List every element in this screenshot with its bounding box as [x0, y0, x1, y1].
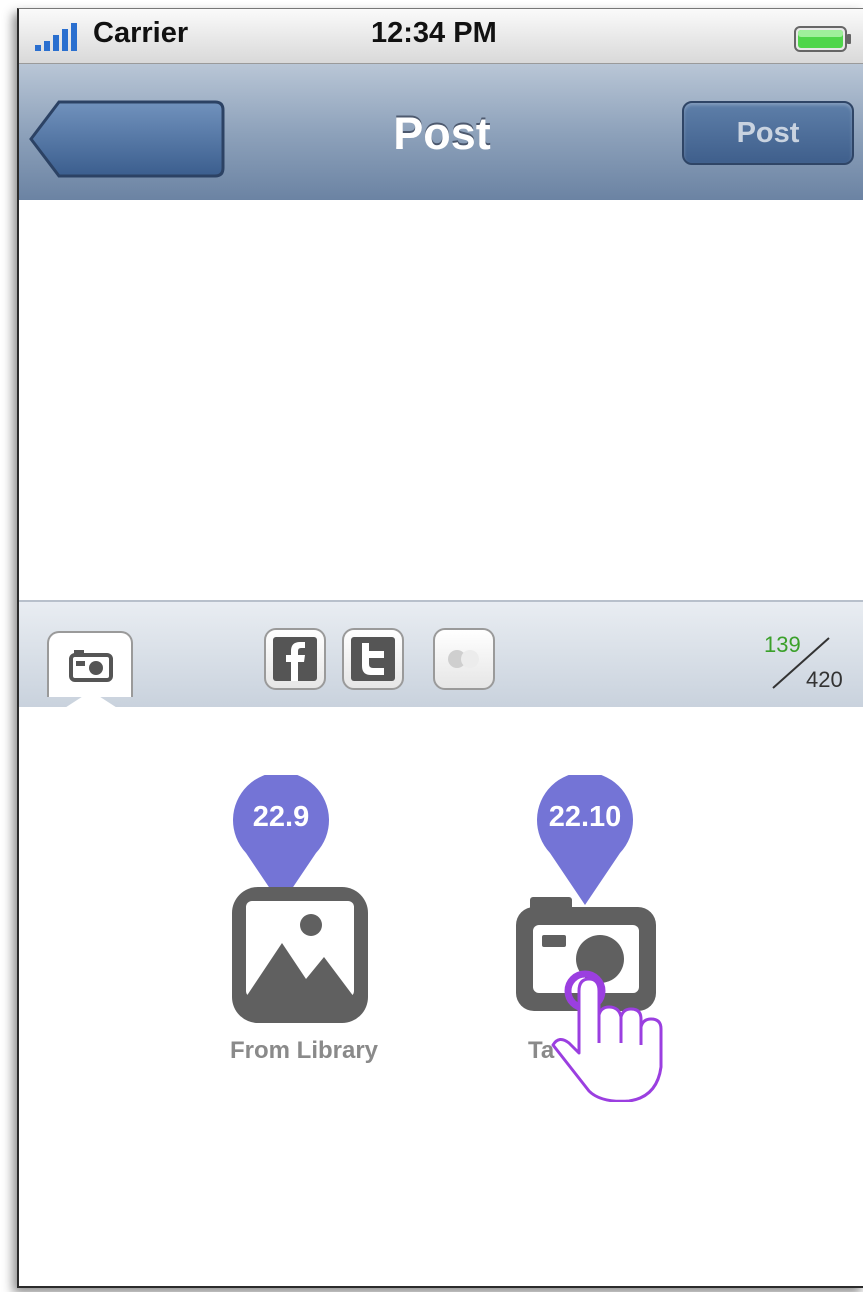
post-text-area[interactable] — [19, 200, 863, 600]
callout-label: 22.9 — [252, 801, 310, 833]
twitter-toggle-button[interactable] — [342, 628, 404, 690]
from-library-label: From Library — [229, 1037, 379, 1064]
facebook-icon — [273, 637, 317, 681]
navigation-bar: Post Post — [19, 64, 863, 200]
hand-pointer-icon — [551, 970, 663, 1102]
battery-icon — [794, 26, 851, 52]
clock: 12:34 PM — [371, 17, 497, 49]
callout-label: 22.10 — [548, 801, 622, 833]
carrier-name: Carrier — [93, 17, 189, 49]
character-limit: 420 — [806, 667, 843, 692]
flickr-toggle-button[interactable] — [433, 628, 495, 690]
twitter-icon — [351, 637, 395, 681]
camera-icon — [69, 650, 113, 682]
phone-screen: Carrier 12:34 PM Post Post 139 420 22.9 … — [17, 8, 863, 1288]
annotation-callout: 22.10 — [537, 775, 633, 907]
photo-library-icon[interactable] — [232, 887, 368, 1023]
media-chooser-panel: 22.9 22.10 From Library Ta — [19, 707, 863, 1286]
callout-pin-icon — [537, 775, 633, 905]
media-tab-button[interactable] — [47, 631, 133, 697]
post-button[interactable]: Post — [682, 101, 854, 165]
signal-bars-icon — [35, 23, 77, 51]
compose-toolbar: 139 420 — [19, 600, 863, 713]
toggle-icon — [448, 650, 479, 668]
status-bar: Carrier 12:34 PM — [19, 9, 863, 64]
facebook-toggle-button[interactable] — [264, 628, 326, 690]
